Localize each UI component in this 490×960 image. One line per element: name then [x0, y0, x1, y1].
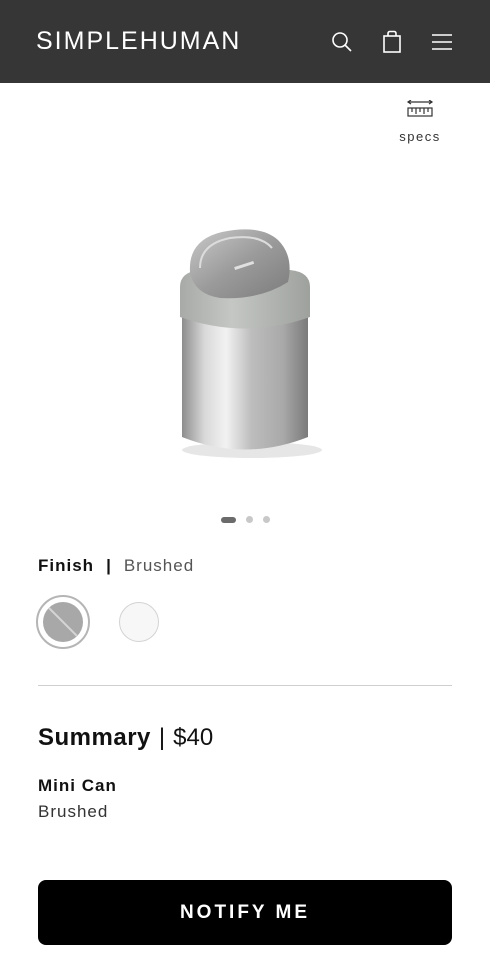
finish-swatches: [36, 595, 166, 649]
specs-label: specs: [399, 129, 441, 144]
finish-row: Finish | Brushed: [38, 556, 194, 576]
pagination-dot-1[interactable]: [220, 516, 236, 523]
summary-item-finish: Brushed: [38, 802, 109, 821]
pagination-dot-3[interactable]: [262, 516, 270, 523]
gallery-pagination: [0, 516, 490, 523]
specs-button[interactable]: specs: [398, 99, 442, 144]
summary-separator: |: [158, 724, 166, 751]
finish-label: Finish: [38, 556, 95, 575]
brand-logo[interactable]: SIMPLEHUMAN: [36, 27, 241, 56]
pagination-dot-2[interactable]: [245, 516, 253, 523]
finish-selected-value: Brushed: [123, 556, 195, 575]
menu-icon[interactable]: [430, 30, 454, 54]
product-image[interactable]: [160, 222, 330, 467]
ruler-icon: [406, 99, 434, 123]
summary-item-name: Mini Can: [38, 776, 117, 795]
section-divider: [38, 685, 452, 686]
brushed-swatch-fill: [43, 602, 83, 642]
header-icons: [330, 30, 454, 54]
summary-row: Summary | $40: [38, 724, 213, 752]
summary-label: Summary: [38, 724, 151, 751]
white-swatch-fill: [119, 602, 159, 642]
summary-price: $40: [173, 724, 214, 751]
shopping-bag-icon[interactable]: [380, 30, 404, 54]
swatch-white[interactable]: [112, 595, 166, 649]
unavailable-slash-icon: [48, 607, 78, 637]
notify-me-button[interactable]: NOTIFY ME: [38, 880, 452, 945]
site-header: SIMPLEHUMAN: [0, 0, 490, 83]
swatch-brushed[interactable]: [36, 595, 90, 649]
search-icon[interactable]: [330, 30, 354, 54]
finish-separator: |: [106, 556, 112, 575]
